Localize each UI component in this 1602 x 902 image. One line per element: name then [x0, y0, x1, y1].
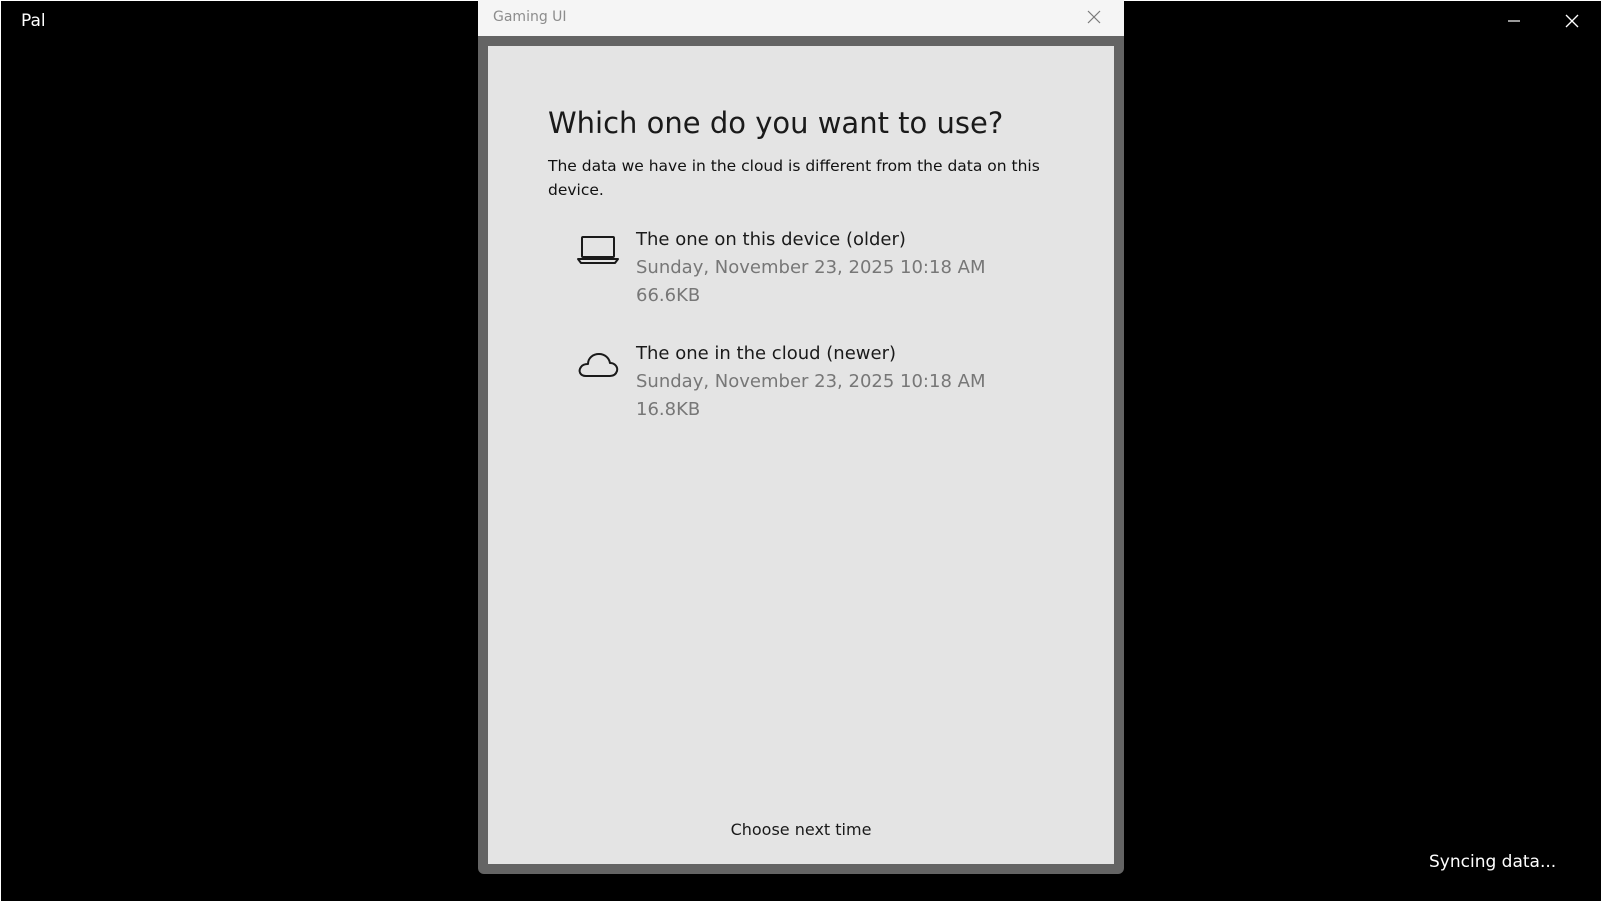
dialog-body: Which one do you want to use? The data w… [488, 46, 1114, 864]
sync-status-text: Syncing data... [1429, 852, 1557, 872]
laptop-icon [577, 236, 619, 264]
window-close-button[interactable] [1543, 1, 1601, 41]
option-date: Sunday, November 23, 2025 10:18 AM [636, 257, 986, 278]
option-device-text: The one on this device (older) Sunday, N… [636, 226, 1046, 310]
option-size: 16.8KB [636, 399, 701, 420]
dialog-title: Gaming UI [493, 9, 567, 25]
minimize-button[interactable] [1485, 1, 1543, 41]
close-icon [1565, 14, 1579, 28]
option-size: 66.6KB [636, 285, 701, 306]
choose-next-time-button[interactable]: Choose next time [701, 814, 901, 846]
dialog-description: The data we have in the cloud is differe… [548, 157, 1040, 199]
option-title: The one in the cloud (newer) [636, 343, 896, 364]
dialog-titlebar: Gaming UI [478, 0, 1124, 36]
app-title: Pal [21, 11, 46, 31]
option-cloud-text: The one in the cloud (newer) Sunday, Nov… [636, 340, 1046, 424]
cloud-icon [578, 353, 619, 377]
save-conflict-dialog: Gaming UI Which one do you want to use? … [478, 0, 1124, 874]
option-date: Sunday, November 23, 2025 10:18 AM [636, 371, 986, 392]
close-icon [1087, 10, 1101, 24]
option-device-data[interactable]: The one on this device (older) Sunday, N… [568, 226, 1048, 314]
minimize-icon [1508, 20, 1520, 22]
dialog-heading: Which one do you want to use? [548, 106, 1004, 140]
option-cloud-data[interactable]: The one in the cloud (newer) Sunday, Nov… [568, 340, 1048, 428]
option-title: The one on this device (older) [636, 229, 906, 250]
dialog-close-button[interactable] [1074, 2, 1114, 32]
